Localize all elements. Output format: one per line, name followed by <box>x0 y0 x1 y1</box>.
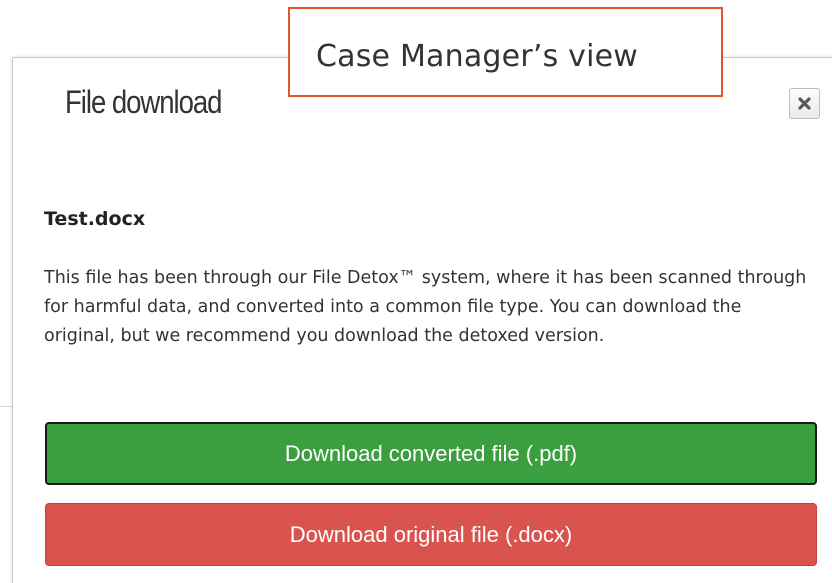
download-converted-button[interactable]: Download converted file (.pdf) <box>45 422 817 485</box>
background-divider <box>0 406 12 407</box>
dialog-title: File download <box>65 84 222 120</box>
download-original-button[interactable]: Download original file (.docx) <box>45 503 817 566</box>
file-name: Test.docx <box>44 208 146 230</box>
close-icon <box>798 97 811 110</box>
file-download-dialog: File download Test.docx This file has be… <box>12 57 832 583</box>
view-callout-box: Case Manager’s view <box>288 7 723 97</box>
callout-label: Case Manager’s view <box>316 39 639 74</box>
close-button[interactable] <box>789 88 820 119</box>
detox-description: This file has been through our File Deto… <box>44 268 807 346</box>
